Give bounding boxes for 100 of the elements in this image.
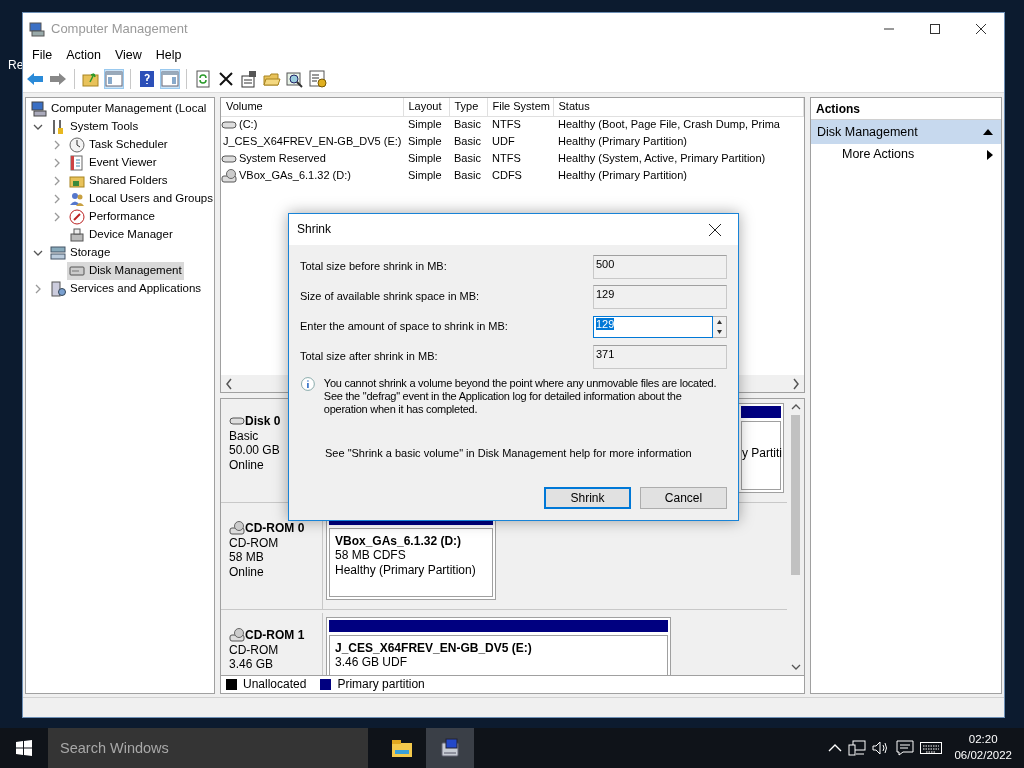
partition-block[interactable]: y Partiti (738, 403, 784, 493)
properties-icon[interactable] (240, 70, 258, 88)
menu-item[interactable]: View (107, 47, 149, 63)
tree-item[interactable]: Device Manager (67, 226, 175, 244)
readonly-field: 129 (593, 285, 727, 309)
action-label: More Actions (842, 147, 915, 162)
table-cell-text: Healthy (Primary Partition) (557, 167, 688, 183)
dialog-button[interactable]: Shrink (544, 487, 631, 509)
delete-icon[interactable] (217, 70, 235, 88)
field-label: Total size after shrink in MB: (300, 350, 438, 364)
disk-name: Disk 0 (245, 413, 281, 429)
open-folder-icon[interactable] (263, 70, 281, 88)
drive-icon (69, 263, 85, 279)
tree-item[interactable]: Shared Folders (67, 172, 170, 190)
server-icon (50, 281, 66, 297)
tree-item[interactable]: Services and Applications (48, 280, 204, 298)
disk-info: Online (229, 457, 265, 473)
storage-icon (50, 245, 66, 261)
search-field[interactable]: Search Windows (48, 728, 368, 768)
actions-section-header[interactable]: Disk Management (811, 120, 1001, 144)
refresh-icon[interactable] (194, 70, 212, 88)
window-title: Computer Management (51, 20, 188, 37)
computer-icon (31, 101, 47, 117)
notification-icon[interactable] (896, 740, 915, 756)
table-cell-text: Basic (453, 167, 482, 183)
disk-info: 50.00 GB (229, 443, 281, 458)
settings-icon[interactable] (309, 70, 327, 88)
users-icon (69, 191, 85, 207)
column-header[interactable]: Type (449, 98, 487, 116)
keyboard-icon[interactable] (920, 741, 943, 755)
scroll-up-icon[interactable] (790, 403, 801, 411)
table-cell: Basic (449, 116, 487, 133)
dialog-button[interactable]: Cancel (640, 487, 727, 509)
chevron-up-icon[interactable] (828, 743, 843, 753)
table-cell-text: Healthy (Primary Partition) (557, 133, 688, 149)
back-icon[interactable] (26, 70, 44, 88)
close-icon (976, 23, 986, 34)
forward-icon[interactable] (49, 70, 67, 88)
tree-item[interactable]: Event Viewer (67, 154, 159, 172)
partition-block[interactable]: J_CES_X64FREV_EN-GB_DV5 (E:) 3.46 GB UDF (326, 617, 671, 675)
tree-item[interactable]: Task Scheduler (67, 136, 170, 154)
scroll-down-icon[interactable] (790, 663, 801, 671)
table-cell-text: NTFS (491, 150, 522, 166)
legend-label: Unallocated (243, 677, 307, 692)
info-icon (300, 377, 316, 393)
input-field[interactable]: 129 (593, 316, 713, 338)
section-label: Disk Management (817, 124, 918, 140)
table-cell: NTFS (487, 116, 553, 133)
network-icon[interactable] (848, 740, 867, 756)
column-header[interactable]: File System (487, 98, 553, 116)
table-cell-text: Basic (453, 133, 482, 149)
device-icon (69, 227, 85, 243)
column-header[interactable]: Layout (403, 98, 449, 116)
tree-item[interactable]: Local Users and Groups (67, 190, 214, 208)
partition-info: y Partiti (742, 446, 780, 461)
collapse-caret-icon[interactable] (983, 129, 993, 135)
action-item[interactable]: More Actions (811, 144, 1001, 165)
disk-info: CD-ROM (229, 643, 280, 658)
table-cell: VBox_GAs_6.1.32 (D:) (239, 168, 351, 183)
table-cell: Simple (403, 116, 449, 133)
menu-item[interactable]: File (25, 47, 60, 63)
disk-info: 58 MB (229, 550, 265, 565)
table-cell-text: Healthy (System, Active, Primary Partition) (557, 150, 767, 166)
taskbar-app-button[interactable] (426, 728, 474, 768)
table-cell-text: UDF (491, 133, 516, 149)
tree-item[interactable]: Computer Management (Local (29, 100, 209, 118)
tree-item[interactable]: System Tools (48, 118, 141, 136)
cd-drive-icon (221, 167, 237, 184)
table-cell: Healthy (Boot, Page File, Crash Dump, Prima (553, 116, 804, 133)
collapse-chevron-icon[interactable] (31, 248, 45, 258)
disk-name: CD-ROM 0 (245, 520, 305, 536)
scroll-right-icon[interactable] (792, 377, 800, 390)
table-cell-text: Simple (407, 150, 443, 166)
column-header[interactable]: Status (553, 98, 804, 116)
tree-item[interactable]: Disk Management (67, 262, 184, 280)
collapse-chevron-icon[interactable] (31, 122, 45, 132)
scrollbar-thumb[interactable] (791, 415, 800, 575)
folder-icon (69, 173, 85, 189)
desktop-icon-label[interactable]: Re (8, 58, 24, 73)
column-header[interactable]: Volume (221, 98, 403, 116)
vertical-scrollbar[interactable] (787, 399, 804, 675)
disk-info: 3.46 GB (229, 657, 275, 672)
magnifier-icon[interactable] (286, 70, 304, 88)
disk-info: CD-ROM (229, 536, 280, 551)
partition-info: Healthy (Primary Partition) (335, 562, 477, 578)
submenu-arrow-icon (987, 149, 993, 160)
menu-item[interactable]: Action (59, 47, 108, 63)
table-cell-text: Simple (407, 133, 443, 149)
menu-item[interactable]: Help (148, 47, 189, 63)
dialog-title: Shrink (297, 222, 331, 237)
help-icon[interactable] (138, 70, 156, 88)
scroll-left-icon[interactable] (225, 377, 233, 390)
clock-icon (69, 137, 85, 153)
tree-item[interactable]: Storage (48, 244, 113, 262)
folder-up-icon[interactable] (82, 70, 100, 88)
help-text: See "Shrink a basic volume" in Disk Management help for more information (325, 446, 693, 460)
tree-item[interactable]: Performance (67, 208, 157, 226)
readonly-field: 371 (593, 345, 727, 369)
disk-info: Basic (229, 429, 260, 444)
table-cell: (C:) (239, 118, 258, 132)
